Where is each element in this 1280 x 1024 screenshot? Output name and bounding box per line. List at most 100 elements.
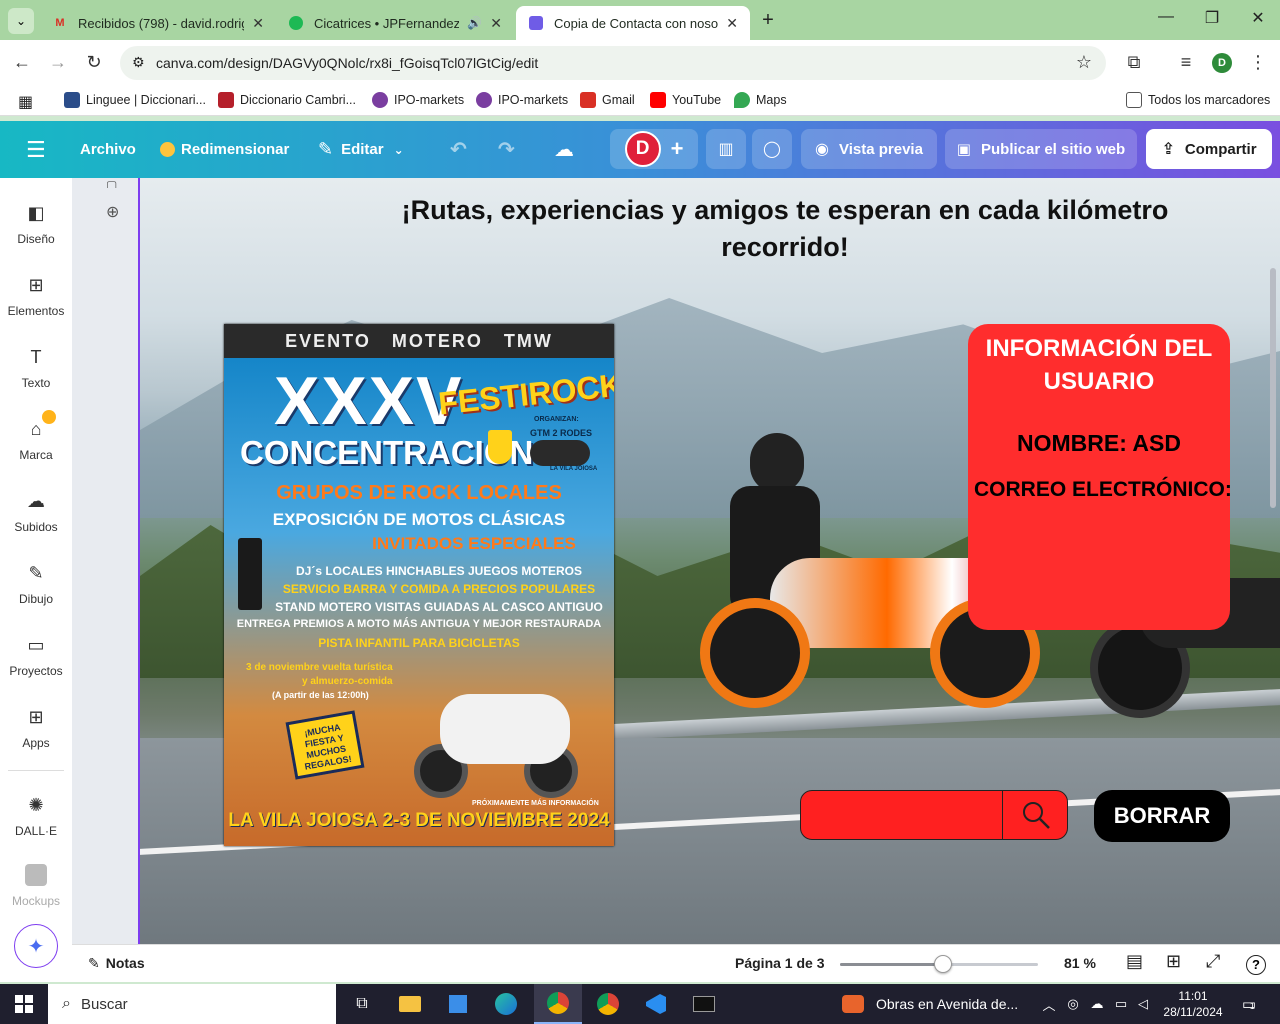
fullscreen-icon[interactable]: ⤢ [1206, 951, 1220, 972]
kebab-menu-icon[interactable]: ⋮ [1246, 52, 1270, 73]
editar-menu[interactable]: ✎ Editar ⌄ [318, 121, 404, 178]
site-settings-icon[interactable]: ⚙ [132, 54, 145, 71]
forward-button[interactable]: → [46, 52, 70, 73]
close-window-button[interactable]: ✕ [1238, 8, 1278, 28]
cloud-tray-icon[interactable]: ☁ [1086, 984, 1108, 1024]
add-page-icon[interactable]: ⊕ [106, 202, 126, 222]
reload-button[interactable]: ↻ [82, 52, 106, 73]
all-bookmarks[interactable]: Todos los marcadores [1126, 92, 1270, 108]
undo-icon[interactable]: ↶ [450, 121, 467, 178]
compartir-button[interactable]: ⇪ Compartir [1146, 129, 1272, 169]
redo-icon[interactable]: ↷ [498, 121, 515, 178]
publicar-button[interactable]: ▣ Publicar el sitio web [945, 129, 1137, 169]
news-widget[interactable]: Obras en Avenida de... [842, 984, 1032, 1024]
bookmark-item[interactable]: IPO-markets [372, 92, 464, 108]
browser-tab[interactable]: M Recibidos (798) - david.rodrigue ✕ [40, 6, 276, 40]
design-page[interactable]: ¡Rutas, experiencias y amigos te esperan… [138, 178, 1280, 944]
collaborators-group[interactable]: D + [610, 129, 698, 169]
sidebar-item-dalle[interactable]: ✺ DALL·E [0, 794, 72, 838]
close-icon[interactable]: ✕ [252, 15, 264, 32]
info-email-label: CORREO ELECTRÓNICO: [974, 478, 1232, 501]
bookmark-star-icon[interactable]: ☆ [1076, 52, 1092, 73]
info-title: INFORMACIÓN DEL USUARIO [985, 335, 1213, 395]
lock-icon[interactable]: ▢ [106, 178, 126, 188]
chrome-icon[interactable] [534, 984, 582, 1024]
clock[interactable]: 11:01 28/11/2024 [1158, 984, 1228, 1024]
sidebar-item-diseno[interactable]: ◧ Diseño [0, 202, 72, 246]
headline-text[interactable]: ¡Rutas, experiencias y amigos te esperan… [370, 192, 1200, 266]
notifications-icon[interactable]: ▭ 1 [1234, 984, 1264, 1024]
windows-start-icon[interactable] [0, 984, 48, 1024]
profile-avatar[interactable]: D [1212, 53, 1232, 73]
sidebar-item-subidos[interactable]: ☁ Subidos [0, 490, 72, 534]
user-info-card[interactable]: INFORMACIÓN DEL USUARIO NOMBRE: ASD CORR… [968, 324, 1232, 630]
help-icon[interactable]: ? [1246, 955, 1266, 975]
extensions-icon[interactable]: ⧉ [1122, 52, 1146, 73]
page-view-icon[interactable]: ▤ [1126, 951, 1143, 972]
network-icon[interactable]: ▭ [1110, 984, 1132, 1024]
zoom-slider[interactable] [840, 955, 1038, 973]
sidebar-item-mockups[interactable]: Mockups [0, 864, 72, 908]
poster-line-7: ENTREGA PREMIOS A MOTO MÁS ANTIGUA Y MEJ… [236, 618, 602, 630]
apps-grid-icon[interactable]: ▦ [18, 92, 33, 112]
new-tab-button[interactable]: + [756, 8, 780, 32]
add-collaborator-icon[interactable]: + [671, 136, 684, 162]
zoom-slider-thumb[interactable] [934, 955, 952, 973]
borrar-button[interactable]: BORRAR [1094, 790, 1230, 842]
bookmark-item[interactable]: Maps [734, 92, 787, 108]
close-icon[interactable]: ✕ [490, 15, 502, 32]
sidebar-item-elementos[interactable]: ⊞ Elementos [0, 274, 72, 318]
page-indicator[interactable]: Página 1 de 3 [735, 955, 824, 971]
search-button[interactable] [1002, 790, 1068, 840]
tab-search-button[interactable]: ⌄ [8, 8, 34, 34]
volume-icon[interactable]: ◁ [1132, 984, 1154, 1024]
task-view-icon[interactable]: ⧉ [342, 984, 382, 1024]
minimize-button[interactable]: — [1146, 8, 1186, 26]
store-icon[interactable] [438, 984, 478, 1024]
canvas-scrollbar[interactable] [1270, 268, 1276, 508]
zoom-value[interactable]: 81 % [1064, 955, 1096, 971]
sidebar-item-marca[interactable]: ⌂ Marca [0, 410, 72, 462]
vista-previa-button[interactable]: ◉ Vista previa [801, 129, 937, 169]
archivo-menu[interactable]: Archivo [80, 121, 136, 178]
vscode-icon[interactable] [634, 984, 678, 1024]
grid-view-icon[interactable]: ⊞ [1166, 951, 1181, 972]
sidebar-item-texto[interactable]: T Texto [0, 346, 72, 390]
tray-chevron-icon[interactable]: ︿ [1038, 984, 1060, 1024]
file-explorer-icon[interactable] [390, 984, 430, 1024]
terminal-icon[interactable] [682, 984, 726, 1024]
bookmark-item[interactable]: IPO-markets [476, 92, 568, 108]
taskbar-search[interactable]: ⌕ Buscar [48, 984, 336, 1024]
sidebar-divider [8, 770, 64, 771]
event-poster[interactable]: EVENTO MOTERO TMW XXXV FESTIROCK CONCENT… [224, 324, 614, 846]
bookmark-item[interactable]: Linguee | Diccionari... [64, 92, 206, 108]
sidebar-item-proyectos[interactable]: ▭ Proyectos [0, 634, 72, 678]
sidebar-item-dibujo[interactable]: ✎ Dibujo [0, 562, 72, 606]
bookmark-item[interactable]: Diccionario Cambri... [218, 92, 356, 108]
magic-assistant-button[interactable]: ✦ [14, 924, 58, 968]
browser-tab[interactable]: Cicatrices • JPFernandez, Jo 🔊 ✕ [276, 6, 514, 40]
sidebar-item-apps[interactable]: ⊞ Apps [0, 706, 72, 750]
comments-button[interactable]: ◯ [752, 129, 792, 169]
gtm-logo [530, 440, 590, 466]
media-icon[interactable]: ≡ [1174, 52, 1198, 73]
bookmark-item[interactable]: Gmail [580, 92, 635, 108]
redimensionar-button[interactable]: Redimensionar [160, 121, 289, 178]
browser-tab-active[interactable]: Copia de Contacta con nosotr ✕ [516, 6, 750, 40]
poster-top-text: EVENTO MOTERO TMW [285, 330, 553, 351]
edge-icon[interactable] [486, 984, 526, 1024]
hamburger-menu-icon[interactable]: ☰ [26, 121, 46, 178]
insights-button[interactable]: ▥ [706, 129, 746, 169]
notes-button[interactable]: ✎ Notas [88, 955, 145, 972]
close-icon[interactable]: ✕ [726, 15, 738, 32]
tray-app-icon[interactable]: ◎ [1062, 984, 1084, 1024]
user-avatar[interactable]: D [624, 131, 661, 167]
crown-icon [160, 142, 175, 157]
restore-button[interactable]: ❐ [1192, 8, 1232, 28]
speaker-icon[interactable]: 🔊 [467, 16, 482, 30]
bookmark-item[interactable]: YouTube [650, 92, 721, 108]
back-button[interactable]: ← [10, 52, 34, 73]
address-bar[interactable]: ⚙ canva.com/design/DAGVy0QNolc/rx8i_fGoi… [120, 46, 1106, 80]
chrome-profile-icon[interactable] [586, 984, 630, 1024]
cloud-saved-icon[interactable]: ☁ [554, 121, 574, 178]
